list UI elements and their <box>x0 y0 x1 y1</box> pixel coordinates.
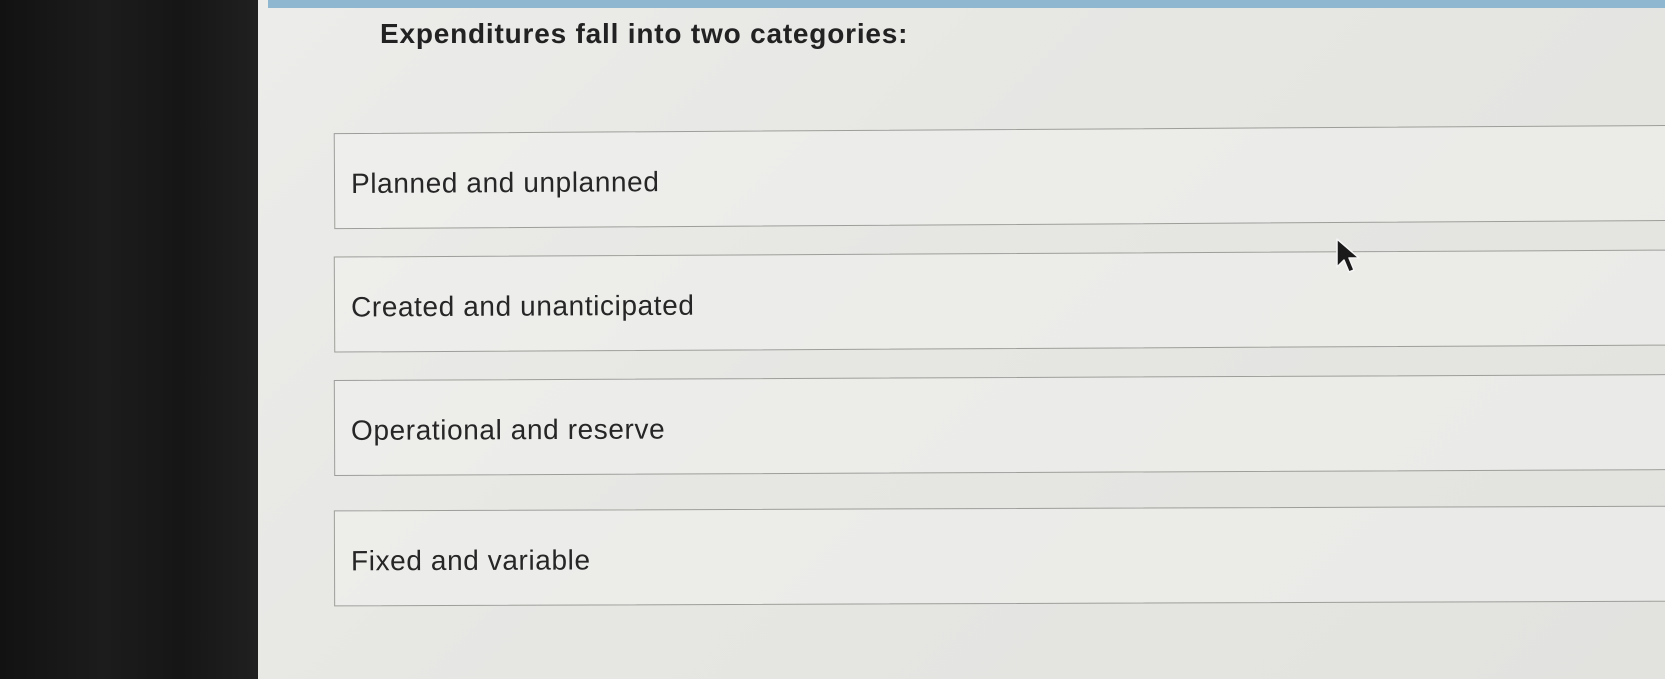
answer-option-label: Operational and reserve <box>350 413 666 446</box>
quiz-screen: Expenditures fall into two categories: P… <box>258 0 1665 679</box>
answer-option-label: Created and unanticipated <box>350 289 695 323</box>
monitor-bezel <box>0 0 258 679</box>
answer-option-operational-reserve[interactable]: Operational and reserve <box>333 374 1665 476</box>
question-text: Expenditures fall into two categories: <box>380 18 909 49</box>
answer-option-fixed-variable[interactable]: Fixed and variable <box>333 505 1665 607</box>
mouse-pointer-icon <box>1336 238 1360 273</box>
answer-option-label: Fixed and variable <box>350 544 591 577</box>
header-strip <box>268 0 1665 8</box>
answer-option-label: Planned and unplanned <box>350 166 660 200</box>
answer-option-planned-unplanned[interactable]: Planned and unplanned <box>333 124 1665 230</box>
answer-option-created-unanticipated[interactable]: Created and unanticipated <box>333 249 1665 353</box>
